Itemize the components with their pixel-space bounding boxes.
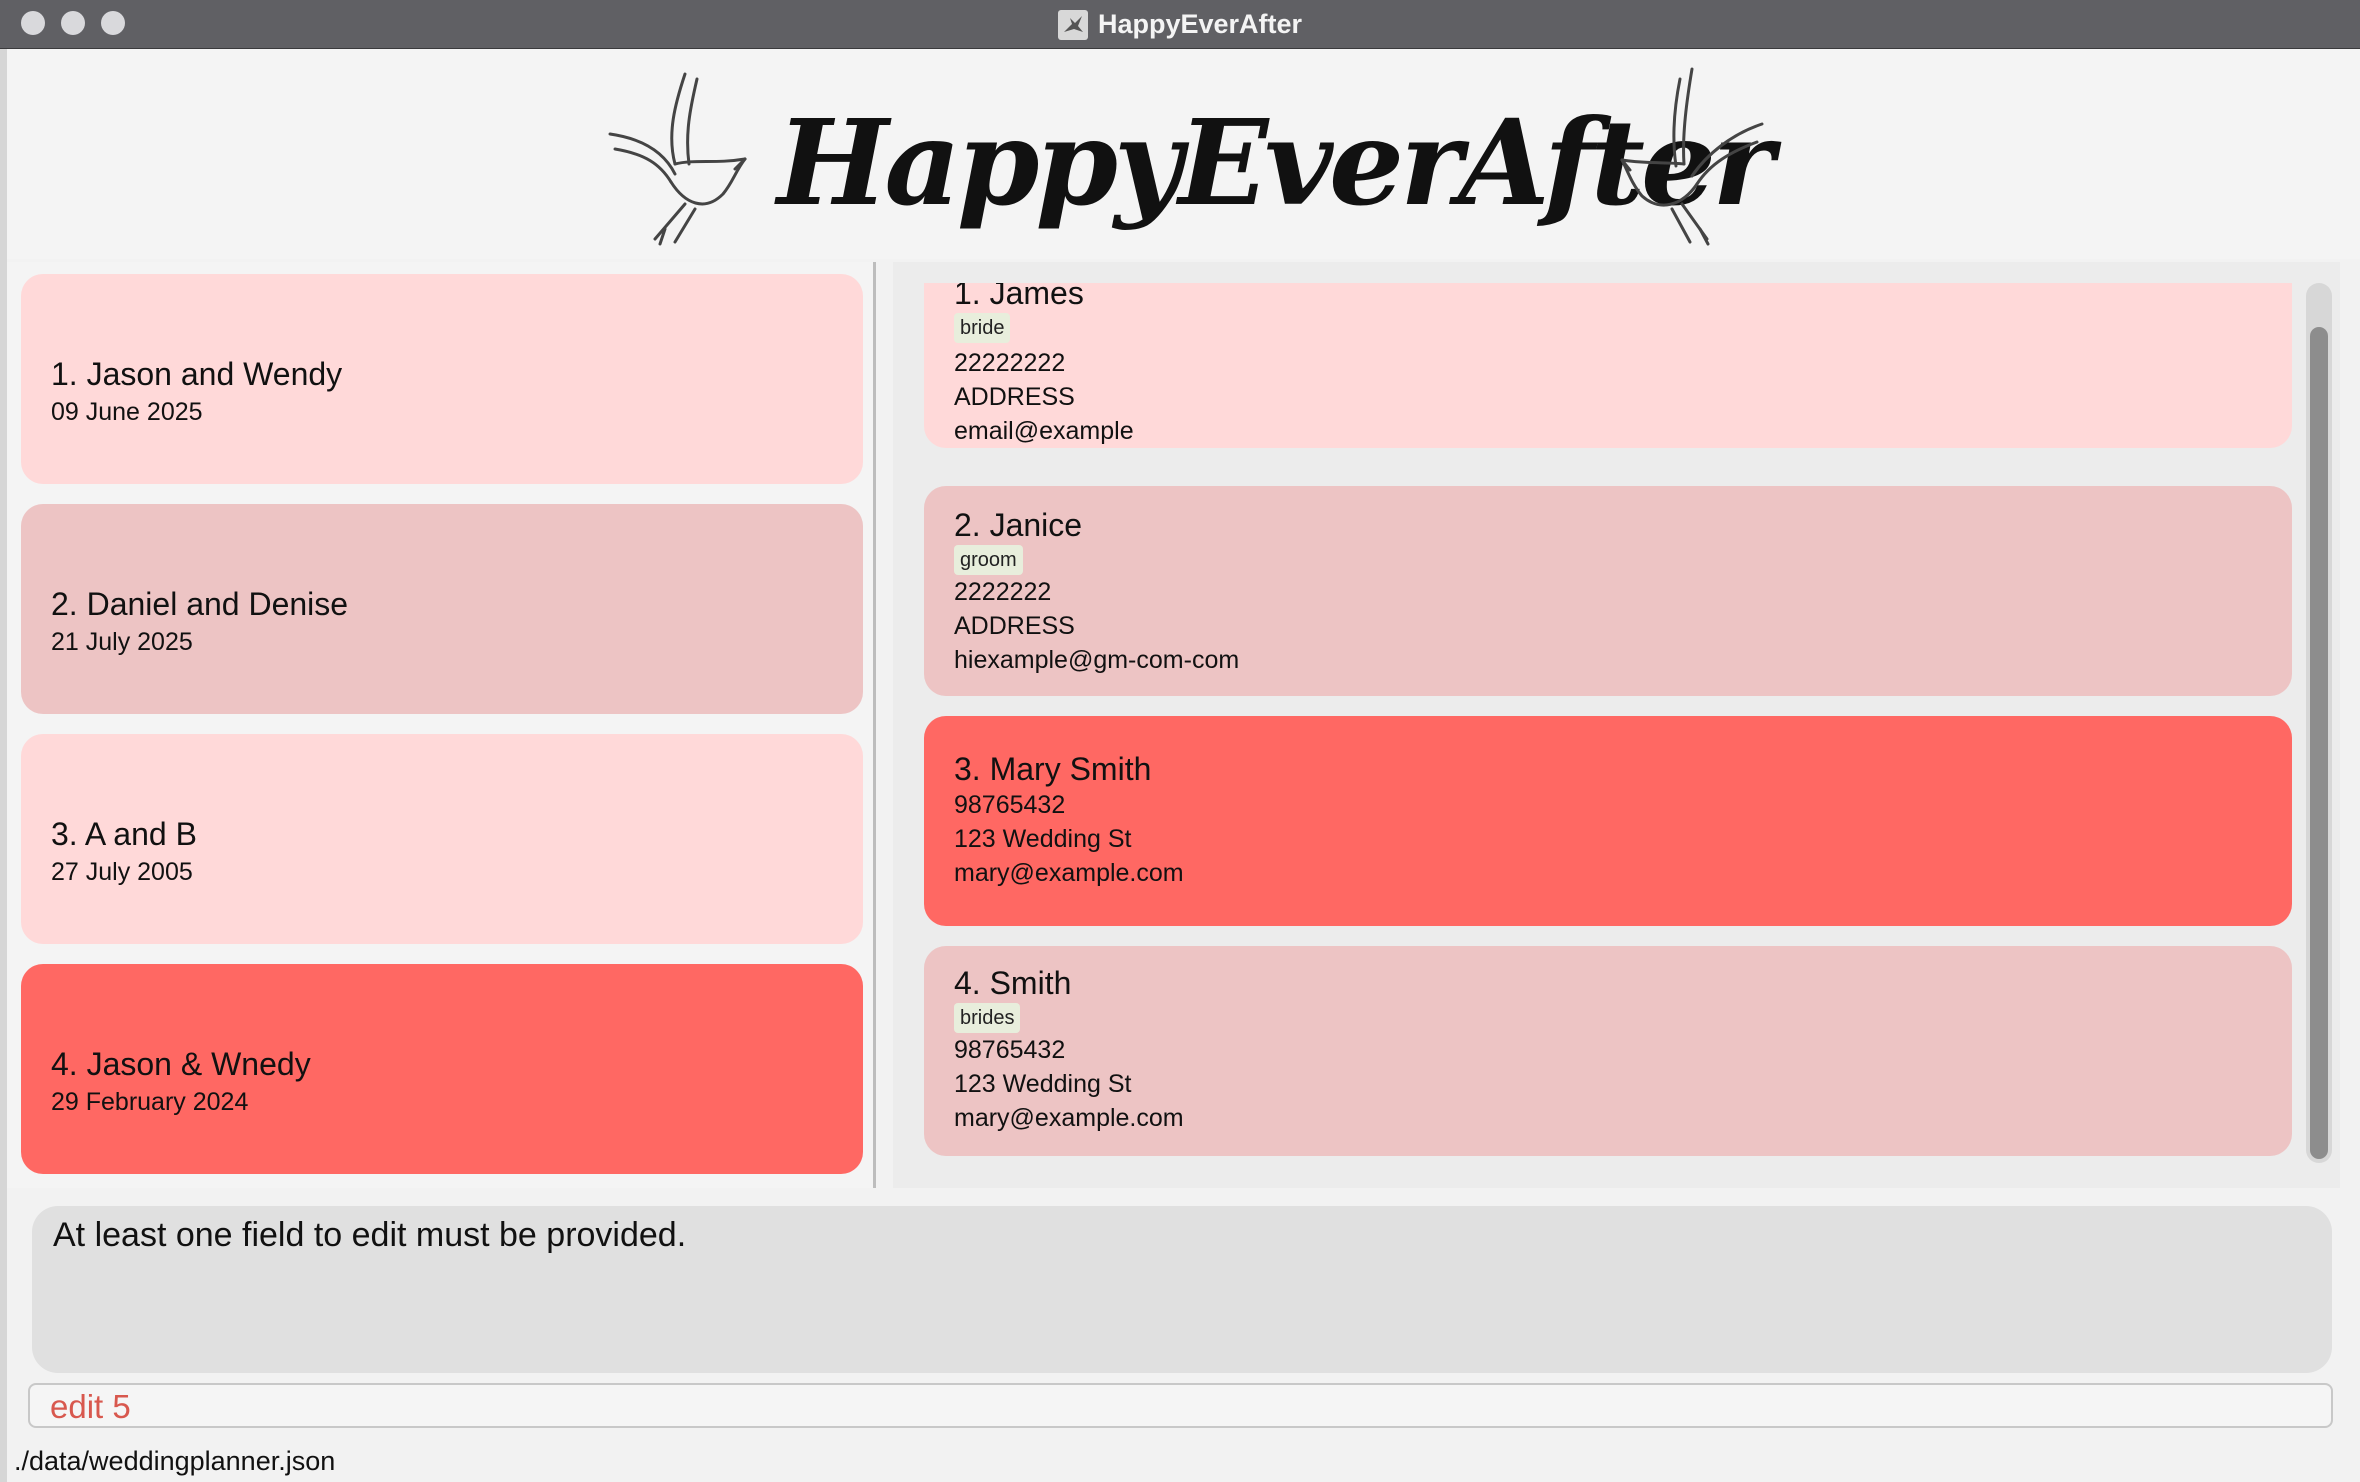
person-address: ADDRESS: [954, 383, 1075, 411]
wedding-date: 29 February 2024: [51, 1088, 249, 1116]
person-address: 123 Wedding St: [954, 825, 1132, 853]
person-name: 4. Smith: [954, 965, 1072, 1001]
person-name: 3. Mary Smith: [954, 751, 1152, 787]
wedding-date: 21 July 2025: [51, 628, 193, 656]
wedding-name: 1. Jason and Wendy: [51, 356, 343, 392]
title-bar: HappyEverAfter: [0, 0, 2360, 49]
person-name: 1. James: [954, 283, 1084, 311]
person-email: hiexample@gm-com-com: [954, 646, 1240, 674]
window-edge: [0, 49, 7, 1482]
person-list[interactable]: 1. James bride 22222222 ADDRESS email@ex…: [893, 283, 2311, 1163]
wedding-date: 09 June 2025: [51, 398, 203, 426]
person-card[interactable]: 1. James bride 22222222 ADDRESS email@ex…: [924, 283, 2292, 448]
left-dove-icon: [608, 72, 747, 246]
person-phone: 2222222: [954, 578, 1052, 606]
person-card[interactable]: 2. Janice groom 2222222 ADDRESS hiexampl…: [924, 486, 2292, 696]
person-phone: 98765432: [954, 1036, 1066, 1064]
person-phone: 98765432: [954, 791, 1066, 819]
wedding-card[interactable]: 1. Jason and Wendy 09 June 2025: [21, 274, 863, 484]
person-card-selected[interactable]: 3. Mary Smith 98765432 123 Wedding St ma…: [924, 716, 2292, 926]
header-banner: HappyEverAfter: [7, 49, 2360, 259]
wedding-name: 4. Jason & Wnedy: [51, 1046, 311, 1082]
wedding-card[interactable]: 2. Daniel and Denise 21 July 2025: [21, 504, 863, 714]
app-logo-text: HappyEverAfter: [777, 93, 1774, 232]
command-input[interactable]: edit 5: [28, 1383, 2333, 1428]
wedding-name: 2. Daniel and Denise: [51, 586, 349, 622]
person-card[interactable]: 4. Smith brides 98765432 123 Wedding St …: [924, 946, 2292, 1156]
right-dove-icon: [1620, 67, 1764, 246]
window-title-group: HappyEverAfter: [0, 0, 2360, 49]
wedding-list[interactable]: 1. Jason and Wendy 09 June 2025 2. Danie…: [7, 262, 873, 1188]
result-message: At least one field to edit must be provi…: [53, 1216, 687, 1254]
person-email: mary@example.com: [954, 859, 1184, 887]
pane-divider[interactable]: [873, 262, 876, 1188]
person-tag: bride: [954, 313, 1011, 343]
wedding-card[interactable]: 3. A and B 27 July 2005: [21, 734, 863, 944]
wedding-date: 27 July 2005: [51, 858, 193, 886]
window-title: HappyEverAfter: [1097, 9, 1303, 39]
wedding-card-selected[interactable]: 4. Jason & Wnedy 29 February 2024: [21, 964, 863, 1174]
person-tag: brides: [954, 1003, 1021, 1033]
person-email: mary@example.com: [954, 1104, 1184, 1132]
person-name: 2. Janice: [954, 507, 1083, 543]
result-display: At least one field to edit must be provi…: [32, 1206, 2332, 1373]
status-bar-save-path: ./data/weddingplanner.json: [14, 1446, 336, 1476]
dove-app-icon: [1057, 9, 1088, 40]
wedding-name: 3. A and B: [51, 816, 197, 852]
person-list-scroll-thumb[interactable]: [2310, 327, 2328, 1159]
person-address: 123 Wedding St: [954, 1070, 1132, 1098]
person-tag: groom: [954, 545, 1023, 575]
person-phone: 22222222: [954, 349, 1066, 377]
app-window: HappyEverAfter HappyEverAfter 1. Jason a…: [0, 0, 2360, 1482]
person-address: ADDRESS: [954, 612, 1075, 640]
command-input-text[interactable]: edit 5: [50, 1388, 131, 1426]
person-email: email@example: [954, 417, 1134, 445]
